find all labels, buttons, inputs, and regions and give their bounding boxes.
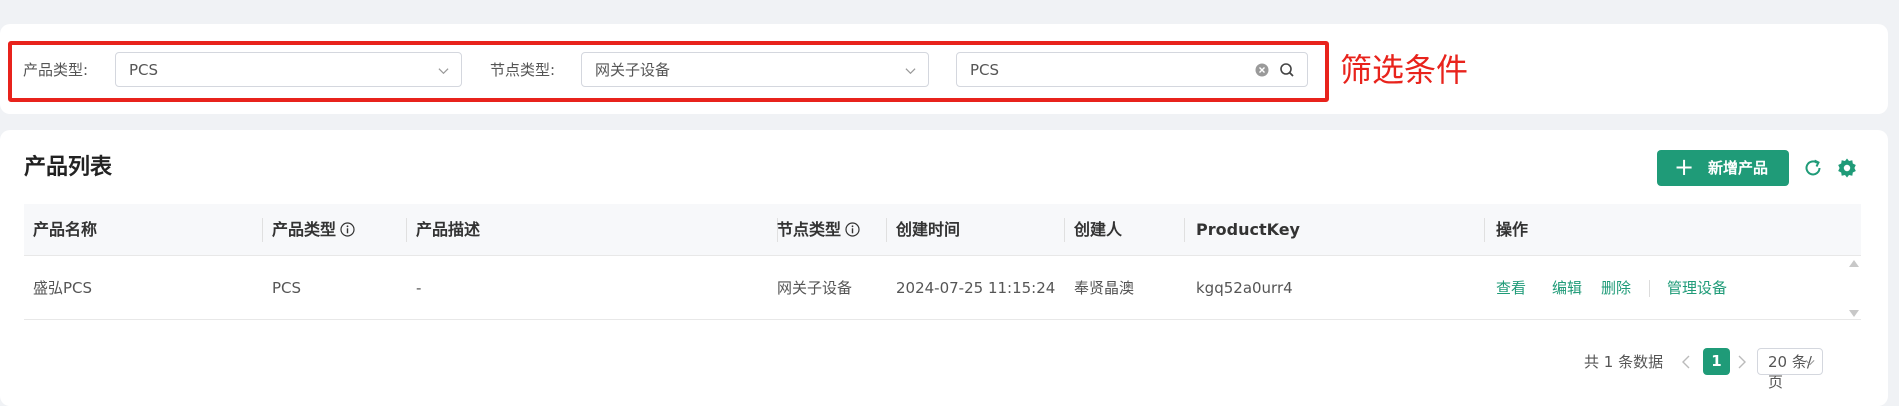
column-divider: [262, 218, 263, 242]
scroll-up-arrow[interactable]: [1849, 260, 1859, 267]
chevron-down-icon: [1805, 359, 1815, 366]
cell-product-key: kgq52a0urr4: [1196, 279, 1293, 297]
filter-highlight-box: [8, 41, 1329, 102]
cell-created-time: 2024-07-25 11:15:24: [896, 279, 1056, 297]
annotation-label: 筛选条件: [1340, 51, 1469, 89]
delete-link[interactable]: 删除: [1601, 277, 1631, 299]
pagination-current-page[interactable]: 1: [1703, 348, 1730, 375]
refresh-icon[interactable]: [1802, 157, 1824, 179]
column-divider: [1484, 218, 1485, 242]
edit-link[interactable]: 编辑: [1552, 277, 1582, 299]
table-row: 盛弘PCS PCS - 网关子设备 2024-07-25 11:15:24 奉贤…: [24, 256, 1861, 320]
plus-icon: +: [1674, 153, 1695, 181]
action-divider: [1649, 280, 1650, 297]
cell-node-type: 网关子设备: [777, 279, 853, 297]
add-product-button[interactable]: + 新增产品: [1657, 150, 1789, 186]
col-product-type: 产品类型: [272, 219, 355, 241]
cell-product-desc: -: [416, 279, 422, 297]
col-product-name: 产品名称: [33, 220, 98, 239]
col-actions: 操作: [1496, 220, 1529, 239]
manage-devices-link[interactable]: 管理设备: [1667, 277, 1727, 299]
page-size-select[interactable]: 20 条/页: [1757, 348, 1823, 391]
col-product-key: ProductKey: [1196, 220, 1300, 239]
col-product-desc: 产品描述: [416, 220, 481, 239]
column-divider: [1184, 218, 1185, 242]
view-link[interactable]: 查看: [1496, 277, 1526, 299]
add-product-label: 新增产品: [1708, 159, 1769, 177]
page-title: 产品列表: [24, 155, 113, 180]
info-icon[interactable]: [340, 222, 355, 237]
column-divider: [406, 218, 407, 242]
chevron-left-icon[interactable]: [1681, 355, 1691, 369]
col-created-time: 创建时间: [896, 220, 961, 239]
column-divider: [1064, 218, 1065, 242]
chevron-right-icon[interactable]: [1737, 355, 1747, 369]
table-header: 产品名称 产品类型 产品描述 节点类型 创建时间 创建人 ProductKey …: [24, 204, 1861, 256]
cell-product-name: 盛弘PCS: [33, 279, 93, 297]
col-node-type: 节点类型: [777, 219, 860, 241]
column-divider: [886, 218, 887, 242]
pagination-total: 共 1 条数据: [1584, 353, 1664, 371]
scroll-down-arrow[interactable]: [1849, 310, 1859, 317]
col-creator: 创建人: [1074, 220, 1123, 239]
cell-product-type: PCS: [272, 279, 302, 297]
info-icon[interactable]: [845, 222, 860, 237]
cell-creator: 奉贤晶澳: [1074, 279, 1135, 297]
settings-icon[interactable]: [1836, 157, 1858, 179]
